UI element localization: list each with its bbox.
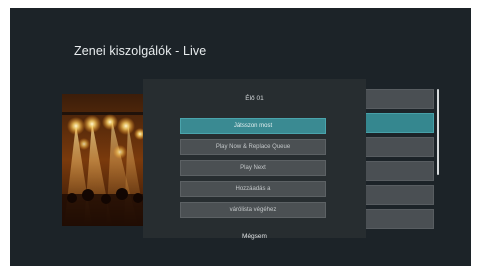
concert-photo: [62, 94, 146, 226]
tile-item[interactable]: [364, 209, 434, 229]
dialog-title: Élő 01: [245, 95, 264, 102]
app-screen: Zenei kiszolgálók - Live Élő 01 Játsszon…: [10, 8, 471, 266]
scrollbar[interactable]: [437, 89, 439, 175]
menu-item-end-of-queue[interactable]: várólista végéhez: [180, 202, 326, 218]
tile-item[interactable]: [364, 89, 434, 109]
menu-item-play-now-replace-queue[interactable]: Play Now & Replace Queue: [180, 139, 326, 155]
tile-item-selected[interactable]: [364, 113, 434, 133]
tile-item[interactable]: [364, 137, 434, 157]
menu-item-play-next[interactable]: Play Next: [180, 160, 326, 176]
tile-item[interactable]: [364, 161, 434, 181]
cancel-button[interactable]: Mégsem: [143, 233, 366, 240]
menu-item-add-to[interactable]: Hozzáadás a: [180, 181, 326, 197]
album-art-image: [62, 94, 146, 226]
page-title: Zenei kiszolgálók - Live: [74, 44, 207, 58]
menu-list: Játsszon most Play Now & Replace Queue P…: [180, 118, 326, 223]
tile-item[interactable]: [364, 185, 434, 205]
menu-item-play-now[interactable]: Játsszon most: [180, 118, 326, 134]
tile-list: [364, 89, 434, 233]
context-menu-dialog: Élő 01 Játsszon most Play Now & Replace …: [143, 79, 366, 240]
